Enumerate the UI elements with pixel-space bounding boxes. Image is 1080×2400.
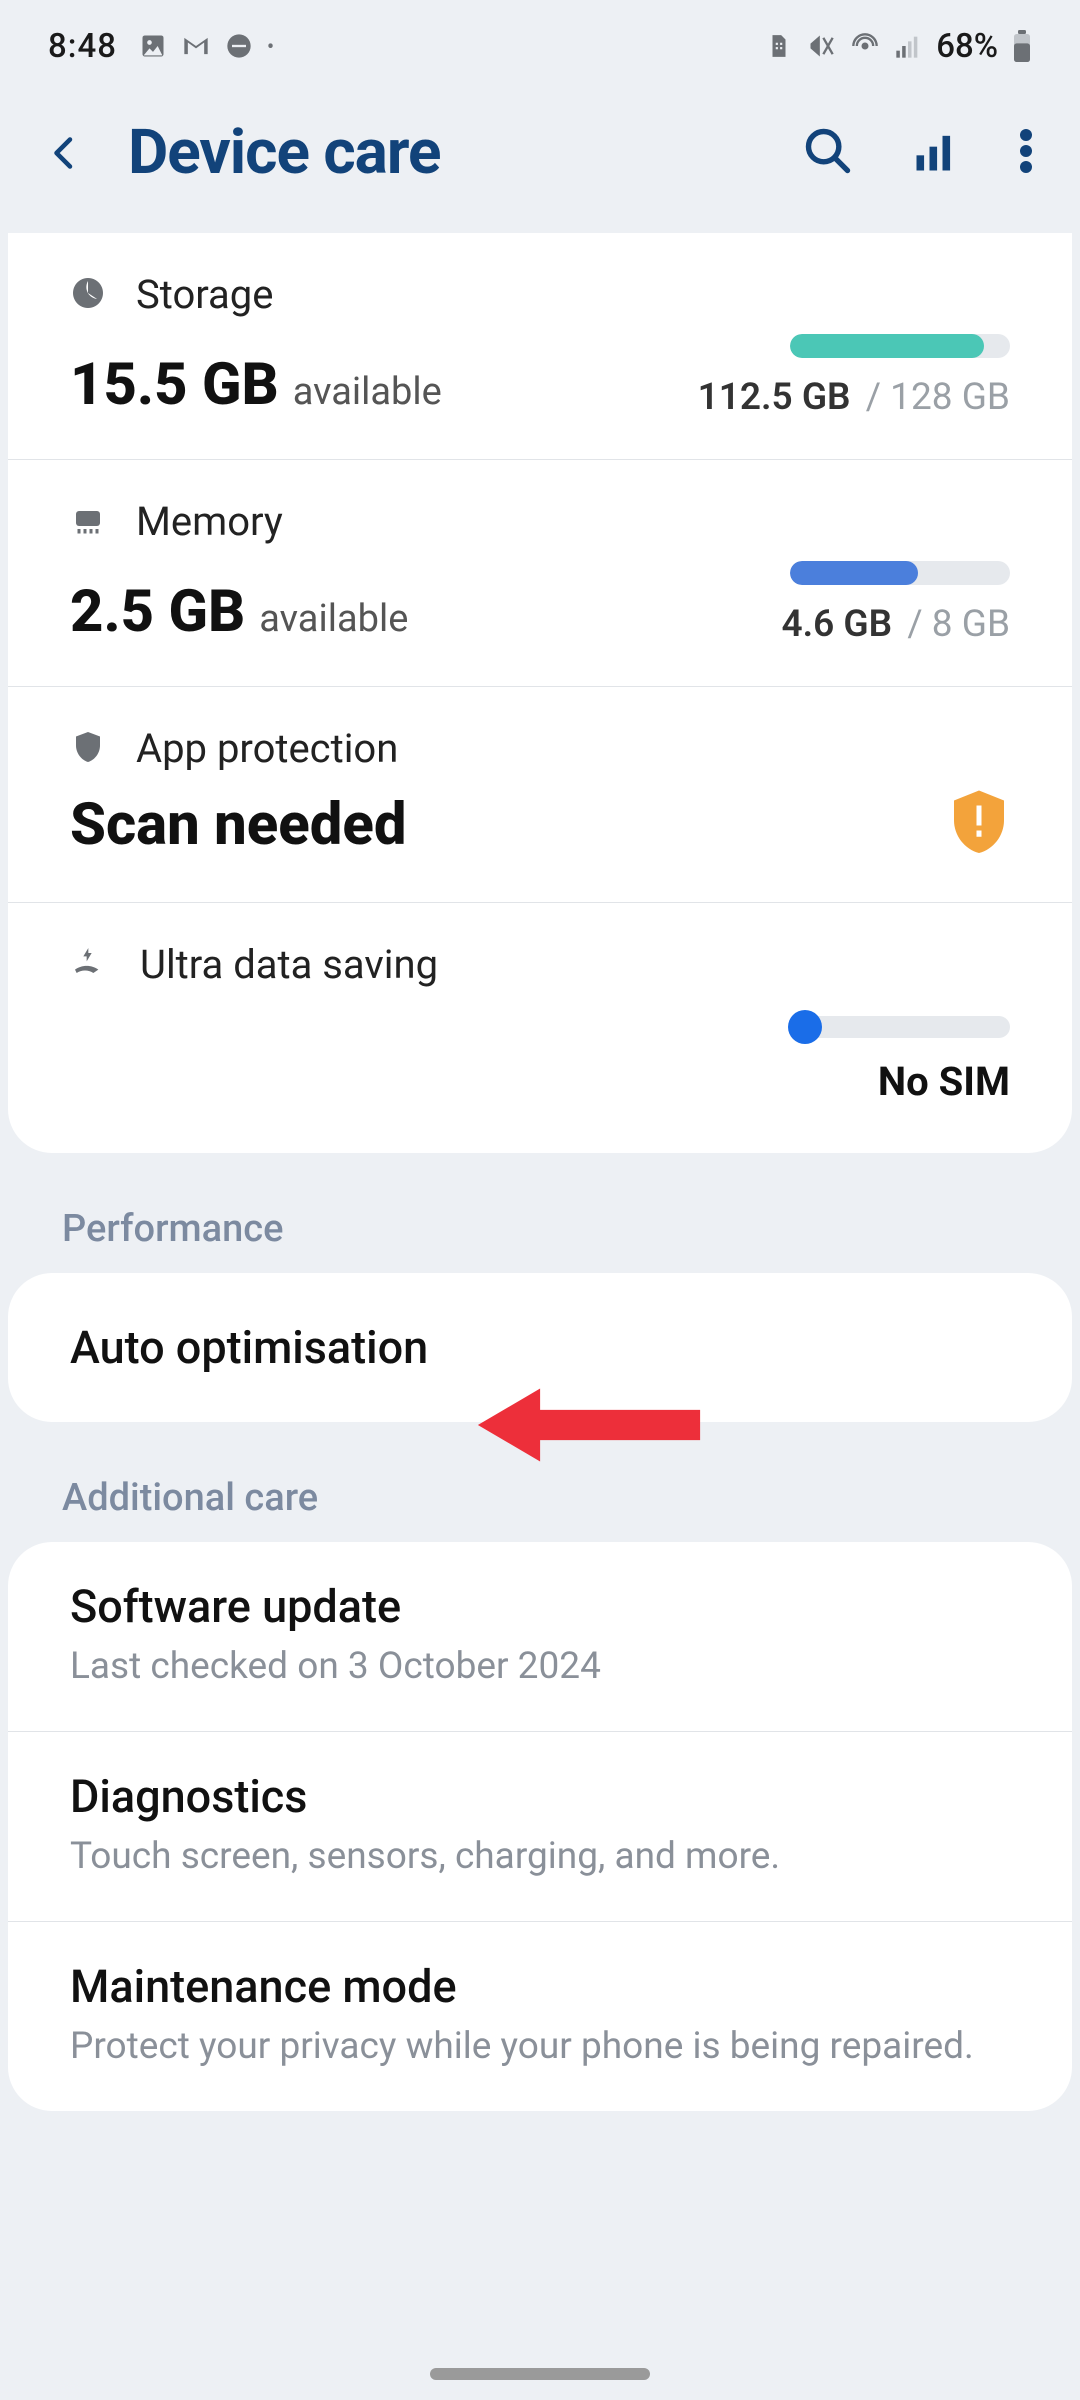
additional-section-title: Additional care <box>0 1422 1080 1542</box>
memory-available: 2.5 GB <box>70 578 245 646</box>
memory-icon <box>70 502 106 542</box>
memory-meter <box>790 561 1010 585</box>
shield-icon <box>70 727 106 771</box>
memory-used-total: 4.6 GB / 8 GB <box>781 603 1010 646</box>
storage-icon <box>70 275 106 315</box>
storage-label: Storage <box>136 271 273 318</box>
maintenance-sub: Protect your privacy while your phone is… <box>70 2023 1010 2071</box>
device-status-card: Storage 15.5 GB available 112.5 GB / 128… <box>8 233 1072 1153</box>
ultra-data-row[interactable]: Ultra data saving No SIM <box>8 903 1072 1153</box>
sim-icon <box>766 32 792 60</box>
battery-icon <box>1012 30 1032 62</box>
warning-shield-icon <box>948 788 1010 862</box>
storage-available: 15.5 GB <box>70 351 279 419</box>
maintenance-title: Maintenance mode <box>70 1960 1010 2013</box>
page-title: Device care <box>128 116 756 189</box>
stats-button[interactable] <box>910 125 962 181</box>
diagnostics-sub: Touch screen, sensors, charging, and mor… <box>70 1833 1010 1881</box>
storage-meter <box>790 334 1010 358</box>
ultra-status: No SIM <box>878 1058 1010 1105</box>
gallery-icon <box>139 32 167 60</box>
memory-row[interactable]: Memory 2.5 GB available 4.6 GB / 8 GB <box>8 460 1072 687</box>
software-update-title: Software update <box>70 1580 1010 1633</box>
hotspot-icon <box>850 32 880 60</box>
search-button[interactable] <box>802 125 854 181</box>
ultra-slider[interactable] <box>790 1016 1010 1038</box>
storage-used-total: 112.5 GB / 128 GB <box>698 376 1010 419</box>
gmail-icon <box>181 32 211 60</box>
diagnostics-title: Diagnostics <box>70 1770 1010 1823</box>
auto-optimisation-row[interactable]: Auto optimisation <box>8 1273 1072 1422</box>
software-update-row[interactable]: Software update Last checked on 3 Octobe… <box>8 1542 1072 1732</box>
software-update-sub: Last checked on 3 October 2024 <box>70 1643 1010 1691</box>
back-button[interactable] <box>46 127 82 179</box>
header: Device care <box>0 92 1080 233</box>
scan-status: Scan needed <box>70 791 406 859</box>
dot-icon: • <box>267 34 274 58</box>
more-button[interactable] <box>1018 125 1034 181</box>
nav-bar-pill[interactable] <box>430 2368 650 2380</box>
performance-card: Auto optimisation <box>8 1273 1072 1422</box>
ultra-data-label: Ultra data saving <box>140 941 438 988</box>
auto-optimisation-title: Auto optimisation <box>70 1321 1010 1374</box>
app-protection-label: App protection <box>136 725 398 772</box>
status-bar: 8:48 • 68% <box>0 0 1080 92</box>
performance-section-title: Performance <box>0 1153 1080 1273</box>
battery-text: 68% <box>936 27 998 66</box>
app-protection-row[interactable]: App protection Scan needed <box>8 687 1072 903</box>
dnd-icon <box>225 32 253 60</box>
additional-card: Software update Last checked on 3 Octobe… <box>8 1542 1072 2111</box>
signal-icon <box>894 32 922 60</box>
storage-row[interactable]: Storage 15.5 GB available 112.5 GB / 128… <box>8 233 1072 460</box>
clock: 8:48 <box>48 27 117 66</box>
storage-available-suffix: available <box>293 370 442 414</box>
memory-label: Memory <box>136 498 283 545</box>
diagnostics-row[interactable]: Diagnostics Touch screen, sensors, charg… <box>8 1732 1072 1922</box>
vibrate-icon <box>806 32 836 60</box>
data-saving-icon <box>70 943 110 987</box>
maintenance-row[interactable]: Maintenance mode Protect your privacy wh… <box>8 1922 1072 2111</box>
memory-available-suffix: available <box>259 597 408 641</box>
